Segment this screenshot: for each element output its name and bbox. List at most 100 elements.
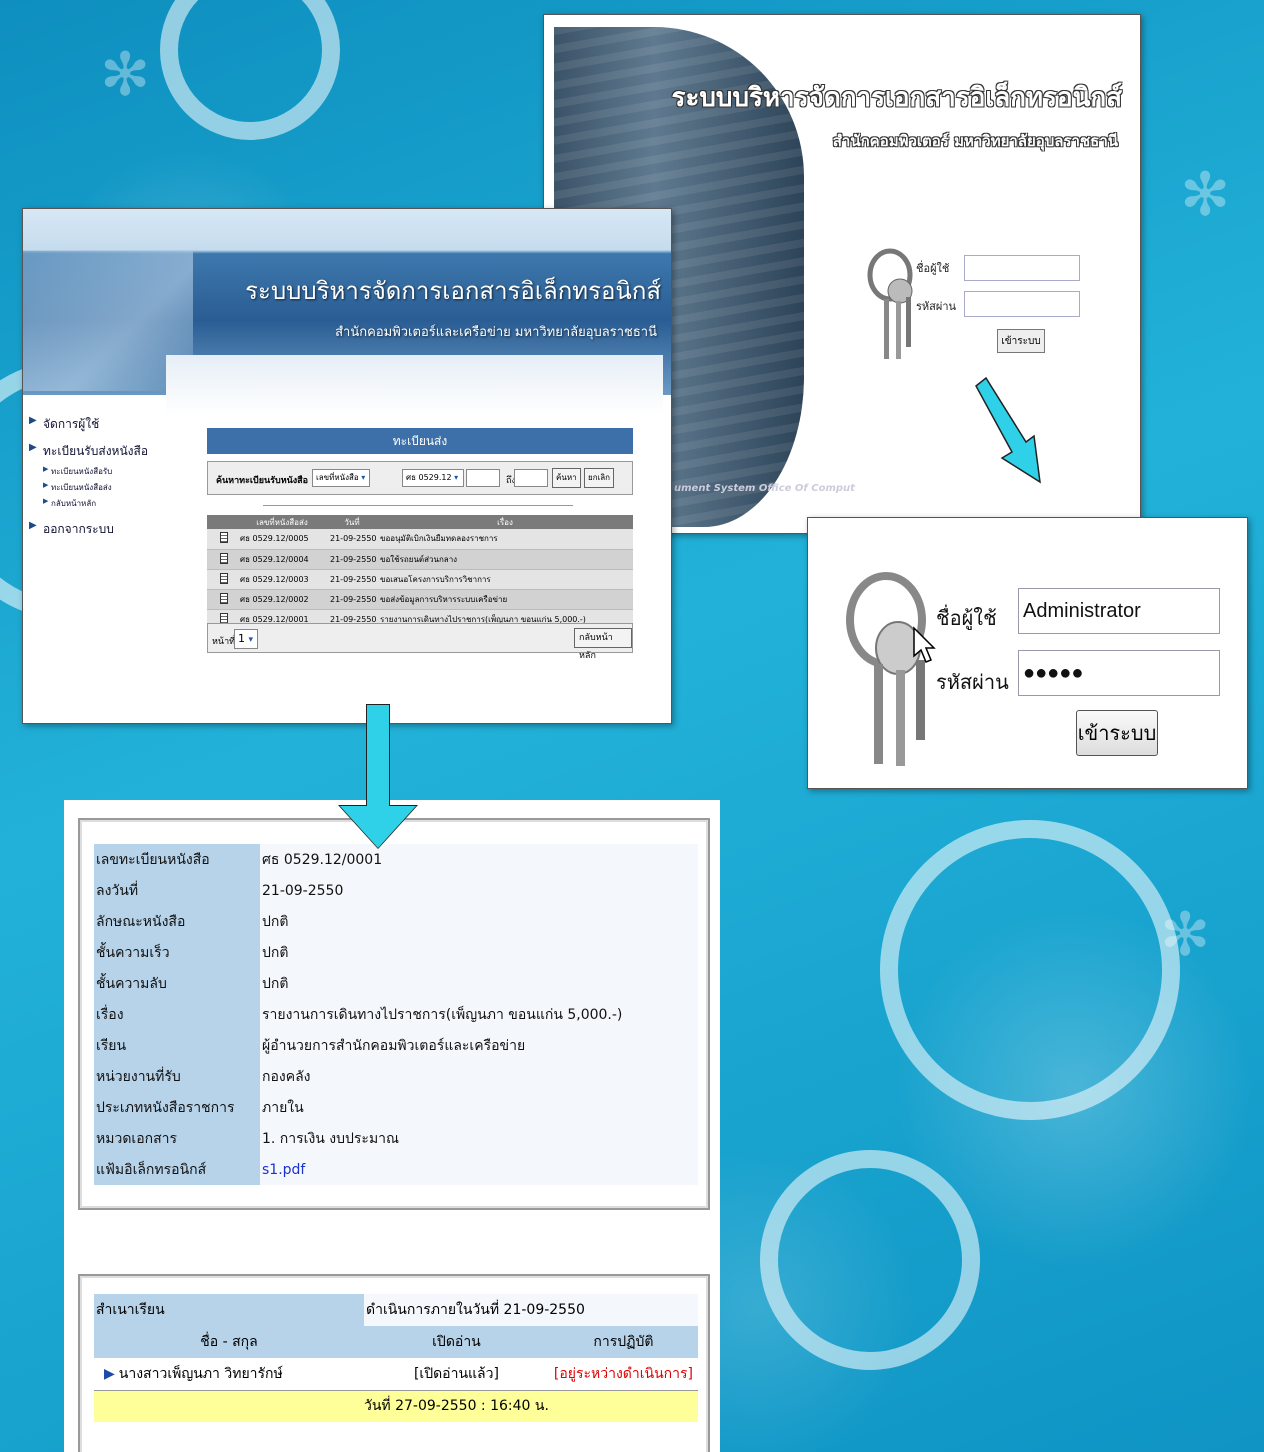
recipient-name: นางสาวเพ็ญนภา วิทยารักษ์ xyxy=(118,1365,283,1382)
sidebar-item-users[interactable]: จัดการผู้ใช้ xyxy=(29,415,159,434)
table-cell: ขออนุมัติเบิกเงินยืมทดลองราชการ xyxy=(377,529,633,550)
table-header: เรื่อง xyxy=(377,515,633,529)
detail-key: หน่วยงานที่รับ xyxy=(94,1061,260,1092)
detail-row: เรียน ผู้อำนวยการสำนักคอมพิวเตอร์และเครือ… xyxy=(94,1030,698,1061)
search-label: ค้นหาทะเบียนรับหนังสือ xyxy=(216,476,309,486)
document-detail-panel: เลขทะเบียนหนังสือ ศธ 0529.12/0001 ลงวันที… xyxy=(64,800,720,1236)
chevron-down-icon: ▾ xyxy=(361,473,366,482)
app-window: ระบบบริหารจัดการเอกสารอิเล็กทรอนิกส์ สำน… xyxy=(22,208,672,724)
table-header: เลขที่หนังสือส่ง xyxy=(237,515,327,529)
table-cell: ศธ 0529.12/0004 xyxy=(237,549,327,570)
routing-header-row: ชื่อ - สกุล เปิดอ่าน การปฏิบัติ xyxy=(94,1326,698,1358)
divider xyxy=(263,505,573,506)
username-label: ชื่อผู้ใช้ xyxy=(936,606,997,630)
action-status[interactable]: [อยู่ระหว่างดำเนินการ] xyxy=(548,1358,698,1391)
detail-value: ภายใน xyxy=(260,1092,698,1123)
document-icon[interactable] xyxy=(219,552,228,564)
table-cell: ขอเสนอโครงการบริการวิชาการ xyxy=(377,569,633,590)
timestamp-row: วันที่ 27-09-2550 : 16:40 น. xyxy=(94,1390,698,1422)
table-row[interactable]: ศธ 0529.12/0002 21-09-2550 ขอส่งข้อมูลกา… xyxy=(207,589,633,610)
table-cell: 21-09-2550 xyxy=(327,529,377,550)
range-to-input[interactable] xyxy=(514,469,548,487)
table-cell: ขอส่งข้อมูลการบริหารระบบเครือข่าย xyxy=(377,589,633,610)
detail-key: เรื่อง xyxy=(94,999,260,1030)
table-cell: 21-09-2550 xyxy=(327,569,377,590)
detail-row: ชั้นความลับ ปกติ xyxy=(94,968,698,999)
background-star-icon: ✻ xyxy=(100,40,151,110)
page-select[interactable]: 1 ▾ xyxy=(234,629,258,649)
detail-key: เลขทะเบียนหนังสือ xyxy=(94,844,260,875)
username-input[interactable]: Administrator xyxy=(1018,588,1220,634)
document-detail-table: เลขทะเบียนหนังสือ ศธ 0529.12/0001 ลงวันที… xyxy=(94,844,698,1185)
back-home-button[interactable]: กลับหน้าหลัก xyxy=(574,628,632,661)
table-header-row: เลขที่หนังสือส่ง วันที่ เรื่อง xyxy=(207,515,633,529)
detail-value: รายงานการเดินทางไปราชการ(เพ็ญนภา ขอนแก่น… xyxy=(260,999,698,1030)
detail-value: ศธ 0529.12/0001 xyxy=(260,844,698,875)
table-row[interactable]: ศธ 0529.12/0003 21-09-2550 ขอเสนอโครงการ… xyxy=(207,569,633,590)
background-swirl xyxy=(880,820,1180,1120)
page-label: หน้าที่ xyxy=(212,637,236,647)
document-icon[interactable] xyxy=(219,572,228,584)
table-row[interactable]: ศธ 0529.12/0005 21-09-2550 ขออนุมัติเบิก… xyxy=(207,529,633,550)
detail-key: เรียน xyxy=(94,1030,260,1061)
detail-value: 1. การเงิน งบประมาณ xyxy=(260,1123,698,1154)
login-title: ระบบบริหารจัดการเอกสารอิเล็กทรอนิกส์ xyxy=(671,83,1123,113)
detail-value: กองคลัง xyxy=(260,1061,698,1092)
keys-icon xyxy=(846,572,926,766)
background-star-icon: ✻ xyxy=(1160,900,1211,970)
detail-value: ปกติ xyxy=(260,906,698,937)
detail-row: เรื่อง รายงานการเดินทางไปราชการ(เพ็ญนภา ข… xyxy=(94,999,698,1030)
detail-row: หมวดเอกสาร 1. การเงิน งบประมาณ xyxy=(94,1123,698,1154)
table-row[interactable]: ▶ นางสาวเพ็ญนภา วิทยารักษ์ [เปิดอ่านแล้ว]… xyxy=(94,1358,698,1391)
detail-row: ลงวันที่ 21-09-2550 xyxy=(94,875,698,906)
attachment-link[interactable]: s1.pdf xyxy=(262,1162,305,1178)
table-header xyxy=(207,515,237,529)
mouse-cursor-icon xyxy=(913,626,936,663)
detail-row: ชั้นความเร็ว ปกติ xyxy=(94,937,698,968)
login-username-input[interactable] xyxy=(964,255,1080,281)
detail-value: 21-09-2550 xyxy=(260,875,698,906)
range-from-input[interactable] xyxy=(466,469,500,487)
read-timestamp: วันที่ 27-09-2550 : 16:40 น. xyxy=(364,1390,549,1422)
login-zoom-window: ชื่อผู้ใช้ Administrator รหัสผ่าน ●●●●● … xyxy=(807,517,1248,789)
document-icon[interactable] xyxy=(219,532,228,544)
detail-value: ผู้อำนวยการสำนักคอมพิวเตอร์และเครือข่าย xyxy=(260,1030,698,1061)
detail-key: ชั้นความลับ xyxy=(94,968,260,999)
sidebar-item-logout[interactable]: ออกจากระบบ xyxy=(29,520,159,539)
table-cell: ศธ 0529.12/0002 xyxy=(237,589,327,610)
chevron-down-icon: ▾ xyxy=(454,473,459,482)
prefix-select[interactable]: ศธ 0529.12 ▾ xyxy=(402,469,464,487)
table-row[interactable]: ศธ 0529.12/0004 21-09-2550 ขอใช้รถยนต์ส่… xyxy=(207,549,633,570)
detail-key: ลงวันที่ xyxy=(94,875,260,906)
sidebar-subitem-receive[interactable]: ทะเบียนหนังสือรับ xyxy=(29,465,159,478)
cancel-button[interactable]: ยกเลิก xyxy=(584,468,615,488)
detail-value: ปกติ xyxy=(260,937,698,968)
app-title: ระบบบริหารจัดการเอกสารอิเล็กทรอนิกส์ xyxy=(245,277,661,305)
document-icon[interactable] xyxy=(219,612,228,624)
detail-key: ชั้นความเร็ว xyxy=(94,937,260,968)
password-label: รหัสผ่าน xyxy=(936,670,1009,694)
table-cell: ศธ 0529.12/0005 xyxy=(237,529,327,550)
login-password-input[interactable] xyxy=(964,291,1080,317)
read-status: [เปิดอ่านแล้ว] xyxy=(364,1358,549,1391)
triangle-right-icon: ▶ xyxy=(104,1365,115,1382)
search-button[interactable]: ค้นหา xyxy=(552,468,581,488)
register-title: ทะเบียนส่ง xyxy=(207,428,633,454)
search-field-select[interactable]: เลขที่หนังสือ ▾ xyxy=(312,469,370,487)
routing-copy-row: สำเนาเรียน ดำเนินการภายในวันที่ 21-09-25… xyxy=(94,1294,698,1326)
login-submit-button[interactable]: เข้าระบบ xyxy=(1076,710,1158,756)
sidebar-subitem-home[interactable]: กลับหน้าหลัก xyxy=(29,497,159,510)
table-header: วันที่ xyxy=(327,515,377,529)
table-cell: 21-09-2550 xyxy=(327,549,377,570)
detail-key: ลักษณะหนังสือ xyxy=(94,906,260,937)
sidebar-item-registry[interactable]: ทะเบียนรับส่งหนังสือ xyxy=(29,442,159,461)
login-button[interactable]: เข้าระบบ xyxy=(997,329,1045,353)
table-header: เปิดอ่าน xyxy=(364,1326,549,1358)
arrow-down-icon-head xyxy=(340,806,416,848)
password-input[interactable]: ●●●●● xyxy=(1018,650,1220,696)
background-swirl xyxy=(760,1150,980,1370)
document-icon[interactable] xyxy=(219,592,228,604)
routing-panel: สำเนาเรียน ดำเนินการภายในวันที่ 21-09-25… xyxy=(64,1236,720,1452)
sidebar-subitem-send[interactable]: ทะเบียนหนังสือส่ง xyxy=(29,481,159,494)
login-password-label: รหัสผ่าน xyxy=(916,300,957,313)
